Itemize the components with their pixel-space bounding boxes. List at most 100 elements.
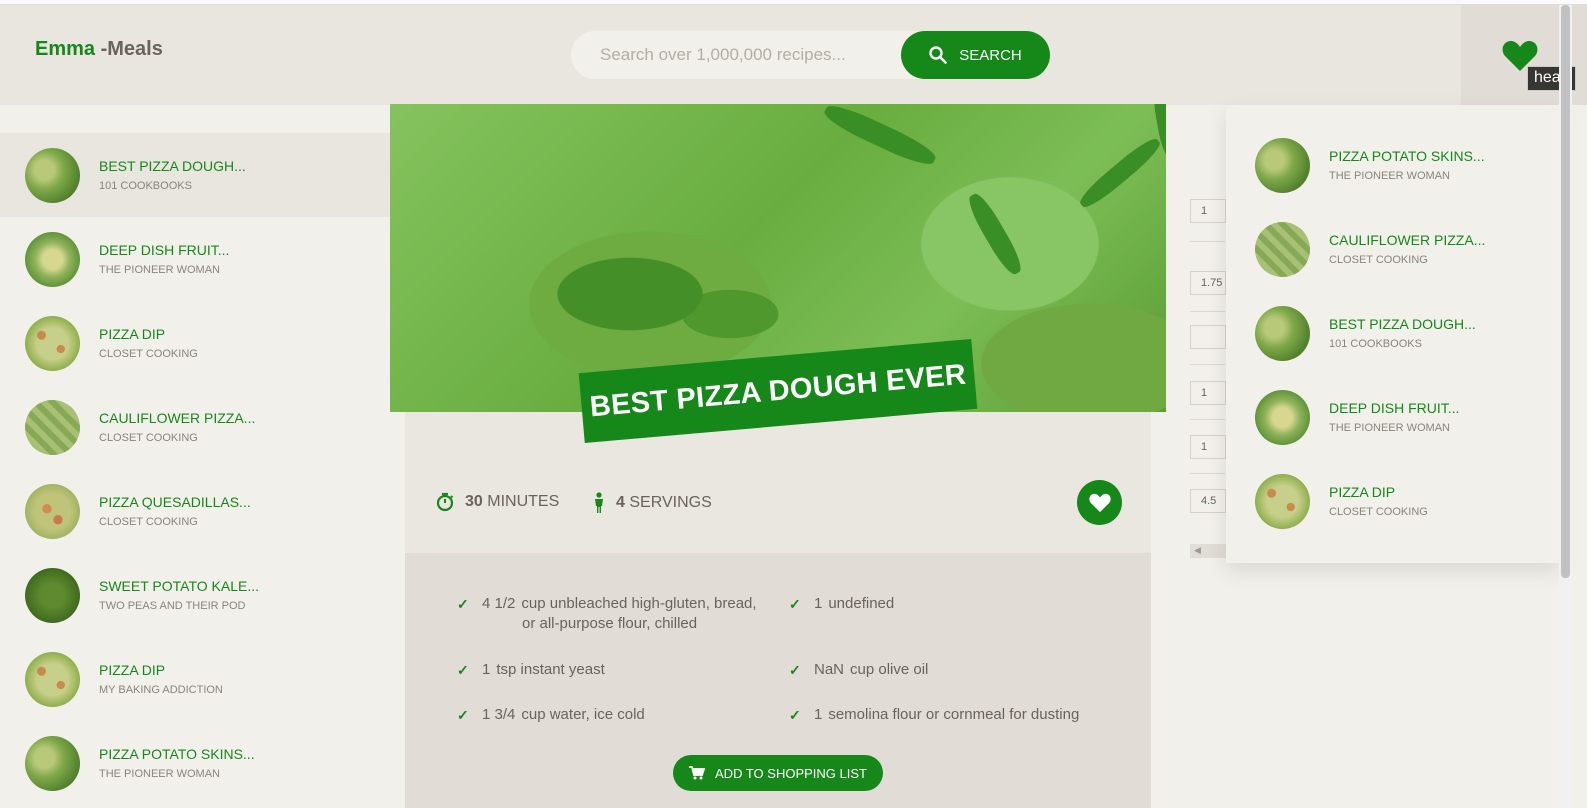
servings-value: 4 bbox=[616, 494, 625, 511]
result-title: PIZZA POTATO SKINS... bbox=[99, 746, 255, 762]
result-item[interactable]: SWEET POTATO KALE... TWO PEAS AND THEIR … bbox=[0, 553, 394, 637]
likes-publisher: 101 COOKBOOKS bbox=[1329, 338, 1422, 350]
vertical-scrollbar-thumb[interactable] bbox=[1561, 5, 1570, 578]
result-item[interactable]: PIZZA QUESADILLAS... CLOSET COOKING bbox=[0, 469, 394, 553]
result-image bbox=[25, 652, 80, 707]
check-icon: ✓ bbox=[457, 707, 469, 723]
result-publisher: CLOSET COOKING bbox=[99, 348, 198, 360]
result-item[interactable]: BEST PIZZA DOUGH... 101 COOKBOOKS bbox=[0, 133, 394, 217]
ingredient-text: semolina flour or cornmeal for dusting bbox=[828, 706, 1080, 723]
ingredient-count: 1 bbox=[482, 661, 491, 678]
recipe-servings: 4 SERVINGS bbox=[592, 492, 712, 514]
check-icon: ✓ bbox=[789, 662, 801, 678]
result-publisher: CLOSET COOKING bbox=[99, 516, 198, 528]
search-input[interactable] bbox=[600, 31, 880, 79]
divider bbox=[1190, 419, 1225, 420]
person-icon bbox=[595, 492, 603, 513]
result-publisher: CLOSET COOKING bbox=[99, 432, 198, 444]
like-button[interactable] bbox=[1077, 480, 1122, 525]
result-item[interactable]: CAULIFLOWER PIZZA... CLOSET COOKING bbox=[0, 385, 394, 469]
likes-item[interactable]: PIZZA POTATO SKINS... THE PIONEER WOMAN bbox=[1226, 125, 1560, 209]
likes-title: PIZZA POTATO SKINS... bbox=[1329, 148, 1485, 164]
add-to-shopping-list-button[interactable]: ADD TO SHOPPING LIST bbox=[673, 755, 883, 791]
recipe-time: 30 MINUTES bbox=[435, 492, 559, 512]
likes-item[interactable]: BEST PIZZA DOUGH... 101 COOKBOOKS bbox=[1226, 293, 1560, 377]
ingredient-text: cup unbleached high-gluten, bread, bbox=[521, 595, 757, 612]
horizontal-scrollbar[interactable]: ◀ bbox=[1190, 544, 1226, 558]
shopping-count-input[interactable]: 1 bbox=[1190, 381, 1226, 405]
header: Emma -Meals SEARCH bbox=[0, 5, 1587, 105]
result-image bbox=[25, 148, 80, 203]
search-icon bbox=[929, 46, 948, 64]
ingredient-item: ✓ 4 1/2 cup unbleached high-gluten, bread… bbox=[457, 594, 757, 634]
check-icon: ✓ bbox=[457, 596, 469, 612]
ingredient-count: 1 bbox=[814, 595, 823, 612]
result-publisher: THE PIONEER WOMAN bbox=[99, 768, 221, 780]
result-publisher: MY BAKING ADDICTION bbox=[99, 684, 223, 696]
check-icon: ✓ bbox=[789, 707, 801, 723]
likes-title: DEEP DISH FRUIT... bbox=[1329, 400, 1460, 416]
cart-icon bbox=[689, 766, 706, 780]
result-image bbox=[25, 484, 80, 539]
likes-image bbox=[1255, 306, 1310, 361]
likes-item[interactable]: DEEP DISH FRUIT... THE PIONEER WOMAN bbox=[1226, 377, 1560, 461]
stopwatch-icon bbox=[436, 492, 454, 512]
check-icon: ✓ bbox=[457, 662, 469, 678]
ingredient-item: ✓ NaN cup olive oil bbox=[789, 660, 929, 680]
logo-first: Emma bbox=[35, 38, 96, 60]
divider bbox=[1190, 473, 1225, 474]
result-item[interactable]: PIZZA DIP CLOSET COOKING bbox=[0, 301, 394, 385]
likes-title: CAULIFLOWER PIZZA... bbox=[1329, 232, 1486, 248]
result-item[interactable]: PIZZA DIP MY BAKING ADDICTION bbox=[0, 637, 394, 721]
ingredient-text-cont: or all-purpose flour, chilled bbox=[522, 615, 698, 632]
ingredient-text: cup olive oil bbox=[850, 661, 929, 678]
likes-publisher: CLOSET COOKING bbox=[1329, 254, 1428, 266]
ingredient-item: ✓ 1 tsp instant yeast bbox=[457, 660, 605, 680]
ingredient-text: undefined bbox=[828, 595, 895, 612]
shopping-count-input[interactable] bbox=[1190, 325, 1226, 349]
likes-item[interactable]: PIZZA DIP CLOSET COOKING bbox=[1226, 461, 1560, 545]
ingredient-count: 1 bbox=[814, 706, 823, 723]
result-item[interactable]: PIZZA POTATO SKINS... THE PIONEER WOMAN bbox=[0, 721, 394, 805]
likes-image bbox=[1255, 390, 1310, 445]
result-image bbox=[25, 736, 80, 791]
servings-label: SERVINGS bbox=[629, 494, 712, 511]
likes-publisher: THE PIONEER WOMAN bbox=[1329, 422, 1451, 434]
shopping-count-input[interactable]: 1 bbox=[1190, 199, 1226, 223]
result-title: PIZZA QUESADILLAS... bbox=[99, 494, 251, 510]
likes-image bbox=[1255, 138, 1310, 193]
scroll-left-arrow-icon[interactable]: ◀ bbox=[1194, 545, 1201, 556]
likes-panel: PIZZA POTATO SKINS... THE PIONEER WOMAN … bbox=[1226, 105, 1560, 563]
result-item[interactable]: DEEP DISH FRUIT... THE PIONEER WOMAN bbox=[0, 217, 394, 301]
result-image bbox=[25, 400, 80, 455]
ingredient-item: ✓ 1 semolina flour or cornmeal for dustin… bbox=[789, 705, 1080, 725]
result-title: BEST PIZZA DOUGH... bbox=[99, 158, 246, 174]
shopping-count-input[interactable]: 1 bbox=[1190, 435, 1226, 459]
check-icon: ✓ bbox=[789, 596, 801, 612]
result-publisher: THE PIONEER WOMAN bbox=[99, 264, 221, 276]
ingredient-item: ✓ 1 undefined bbox=[789, 594, 895, 614]
likes-publisher: THE PIONEER WOMAN bbox=[1329, 170, 1451, 182]
result-title: CAULIFLOWER PIZZA... bbox=[99, 410, 256, 426]
divider bbox=[1190, 241, 1225, 242]
logo-rest: -Meals bbox=[95, 38, 163, 60]
likes-publisher: CLOSET COOKING bbox=[1329, 506, 1428, 518]
result-image bbox=[25, 232, 80, 287]
search-button[interactable]: SEARCH bbox=[901, 31, 1050, 79]
likes-image bbox=[1255, 222, 1310, 277]
result-image bbox=[25, 316, 80, 371]
ingredient-count: NaN bbox=[814, 661, 845, 678]
search-button-label: SEARCH bbox=[959, 46, 1022, 64]
ingredient-item: ✓ 1 3/4 cup water, ice cold bbox=[457, 705, 645, 725]
likes-item[interactable]: CAULIFLOWER PIZZA... CLOSET COOKING bbox=[1226, 209, 1560, 293]
likes-title: BEST PIZZA DOUGH... bbox=[1329, 316, 1476, 332]
shopping-button-label: ADD TO SHOPPING LIST bbox=[715, 765, 867, 781]
shopping-count-input[interactable]: 1.75 bbox=[1190, 271, 1226, 295]
ingredient-count: 1 3/4 bbox=[482, 706, 516, 723]
recipe-details: 30 MINUTES 4 SERVINGS bbox=[405, 452, 1151, 552]
logo[interactable]: Emma -Meals bbox=[35, 38, 163, 61]
shopping-count-input[interactable]: 4.5 bbox=[1190, 489, 1226, 513]
minutes-label: MINUTES bbox=[487, 493, 560, 510]
result-title: PIZZA DIP bbox=[99, 662, 166, 678]
result-title: SWEET POTATO KALE... bbox=[99, 578, 260, 594]
